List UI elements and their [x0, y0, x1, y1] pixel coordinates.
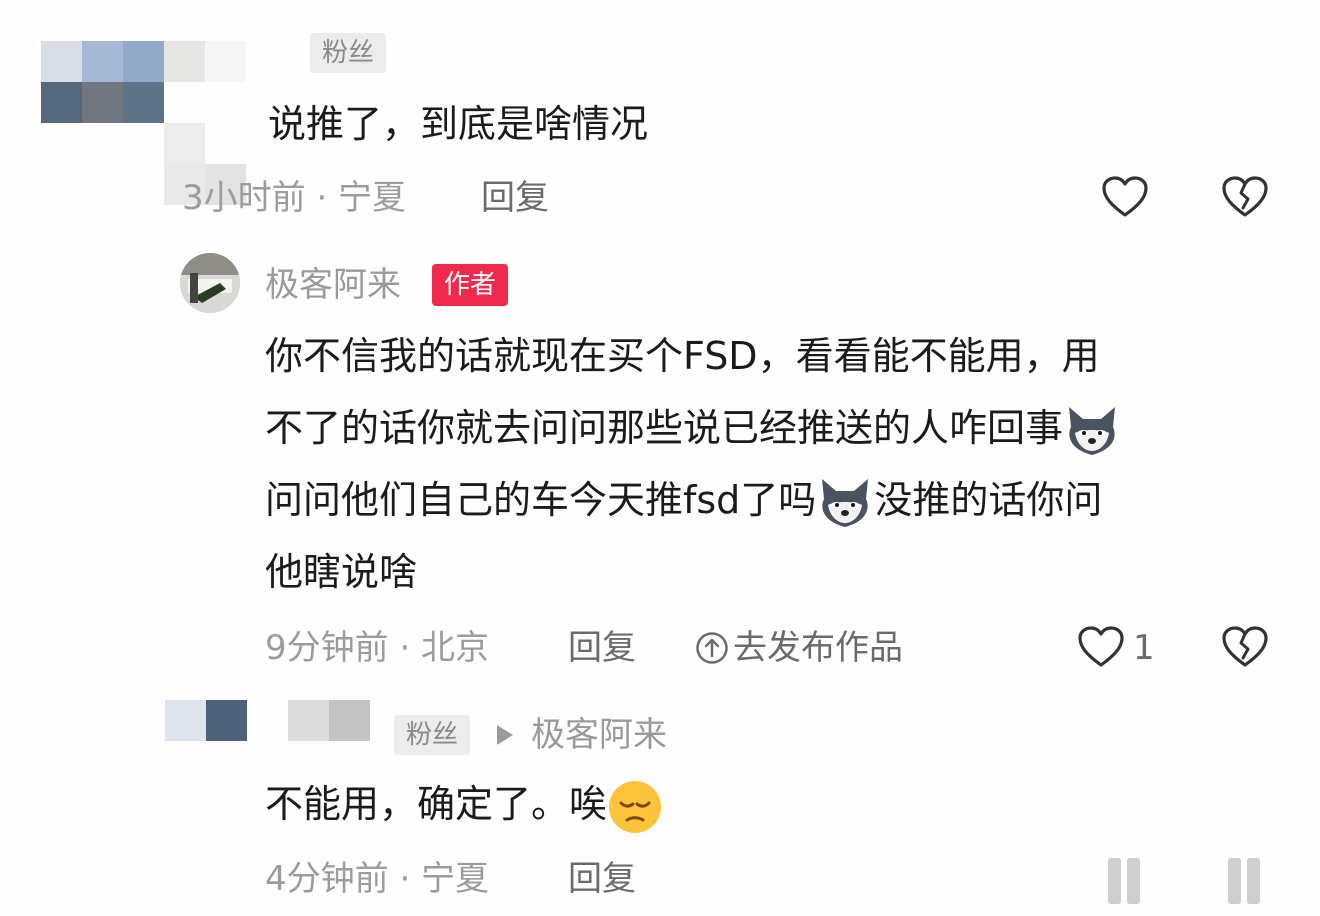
author-avatar[interactable]: [180, 253, 240, 313]
pensive-emoji: [609, 780, 662, 833]
broken-heart-icon[interactable]: [1221, 175, 1269, 219]
fan-badge: 粉丝: [310, 33, 387, 73]
reply-button[interactable]: 回复: [568, 626, 636, 670]
reply-line-3-text: 问问他们自己的车今天推fsd了吗: [265, 478, 817, 522]
comment-text: 不能用，确定了。唉: [265, 768, 663, 840]
reply-line-1: 你不信我的话就现在买个FSD，看看能不能用，用: [265, 334, 1100, 378]
wolf-emoji: [822, 478, 869, 527]
reply-button[interactable]: 回复: [481, 176, 549, 220]
reply-to-username[interactable]: 极客阿来: [531, 713, 667, 757]
comment-meta: 3小时前 · 宁夏: [182, 178, 407, 218]
reply-line-3: 问问他们自己的车今天推fsd了吗 没推的话你问: [265, 464, 1102, 536]
reply-line-3-tail: 没推的话你问: [874, 478, 1103, 522]
reply-meta: 9分钟前 · 北京: [265, 628, 490, 668]
fan-badge: 粉丝: [394, 715, 471, 755]
like-count: 1: [1133, 628, 1155, 668]
broken-heart-icon[interactable]: [1221, 625, 1269, 669]
heart-icon[interactable]: [1108, 858, 1142, 904]
author-badge: 作者: [432, 264, 509, 306]
heart-icon[interactable]: [1101, 175, 1149, 219]
reply-button[interactable]: 回复: [568, 857, 636, 901]
heart-icon[interactable]: [1077, 625, 1125, 669]
avatar-blurred[interactable]: [165, 700, 247, 741]
reply-line-2-text: 不了的话你就去问问那些说已经推送的人咋回事: [265, 406, 1064, 450]
publish-work-label: 去发布作品: [733, 628, 903, 668]
upload-icon: [696, 632, 728, 664]
author-username[interactable]: 极客阿来: [265, 263, 401, 307]
reply-line-4: 他瞎说啥: [265, 550, 418, 594]
play-triangle-icon: [497, 725, 513, 745]
comment-text-content: 不能用，确定了。唉: [265, 782, 608, 826]
comment-meta: 4分钟前 · 宁夏: [265, 859, 490, 899]
publish-work-button[interactable]: 去发布作品: [695, 626, 903, 670]
reply-line-2: 不了的话你就去问问那些说已经推送的人咋回事: [265, 392, 1121, 464]
wolf-emoji: [1069, 406, 1116, 455]
username-blurred[interactable]: [288, 700, 370, 741]
broken-heart-icon[interactable]: [1228, 858, 1262, 904]
comment-text: 说推了，到底是啥情况: [268, 102, 649, 146]
